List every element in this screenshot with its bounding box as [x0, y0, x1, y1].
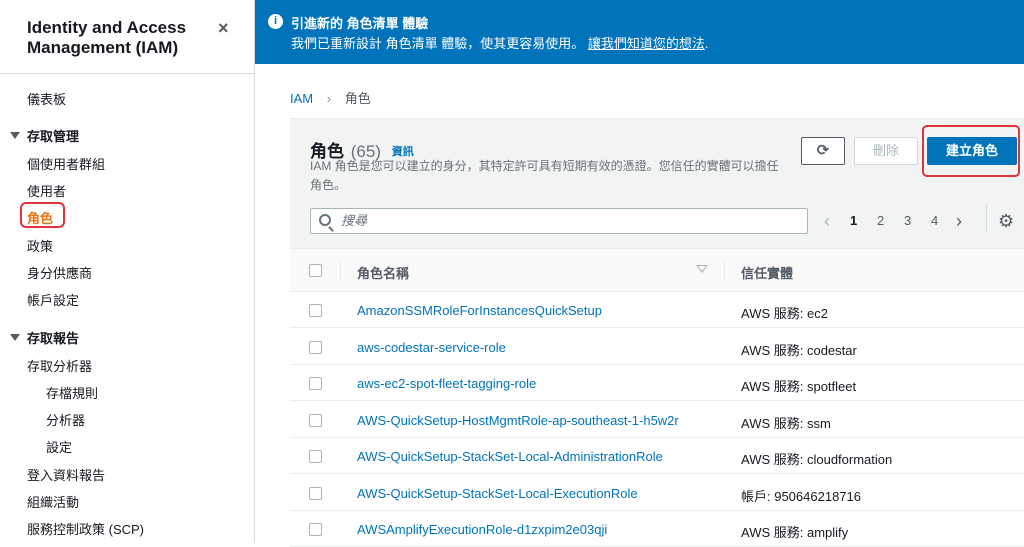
trusted-entity: AWS 服務: amplify: [741, 525, 849, 540]
info-banner: i 引進新的 角色清單 體驗 我們已重新設計 角色清單 體驗，使其更容易使用。 …: [255, 0, 1024, 64]
section-label: 存取報告: [27, 331, 80, 346]
role-name-link[interactable]: AmazonSSMRoleForInstancesQuickSetup: [357, 303, 602, 318]
breadcrumb-iam[interactable]: IAM: [290, 91, 313, 106]
sidebar-item-users[interactable]: 使用者: [27, 181, 66, 200]
trusted-entity: AWS 服務: ec2: [741, 306, 828, 321]
divider: [986, 205, 987, 233]
sidebar-item-analyzers[interactable]: 分析器: [46, 410, 85, 429]
sidebar-item-archive-rules[interactable]: 存檔規則: [46, 383, 98, 402]
role-name-link[interactable]: AWS-QuickSetup-HostMgmtRole-ap-southeast…: [357, 413, 679, 428]
sidebar-item-user-groups[interactable]: 個使用者群組: [27, 154, 105, 173]
role-name-link[interactable]: AWS-QuickSetup-StackSet-Local-ExecutionR…: [357, 486, 638, 501]
feedback-link[interactable]: 讓我們知道您的想法: [588, 36, 705, 51]
banner-message: 我們已重新設計 角色清單 體驗，使其更容易使用。: [291, 36, 585, 51]
role-name-link[interactable]: AWS-QuickSetup-StackSet-Local-Administra…: [357, 449, 663, 464]
sidebar-item-access-analyzer[interactable]: 存取分析器: [27, 356, 92, 375]
banner-title: 引進新的 角色清單 體驗: [291, 16, 429, 31]
sidebar-item-dashboard[interactable]: 儀表板: [27, 89, 66, 108]
row-checkbox[interactable]: [309, 486, 322, 500]
breadcrumb-current: 角色: [344, 91, 371, 106]
page-4[interactable]: 4: [931, 213, 938, 228]
column-divider: [724, 261, 725, 281]
sidebar-section-access-reports[interactable]: 存取報告: [10, 328, 79, 347]
trusted-entity: AWS 服務: spotfleet: [741, 379, 857, 394]
role-name-link[interactable]: AWSAmplifyExecutionRole-d1zxpim2e03qji: [357, 522, 607, 537]
table-row: AWS-QuickSetup-StackSet-Local-Administra…: [290, 438, 1024, 474]
row-checkbox[interactable]: [309, 450, 322, 463]
column-header-role-name[interactable]: 角色名稱: [357, 263, 409, 282]
row-checkbox[interactable]: [309, 413, 322, 427]
panel-header: 角色 (65) 資訊 IAM 角色是您可以建立的身分，其特定許可具有短期有效的憑…: [290, 118, 1024, 248]
chevron-right-icon: ›: [326, 91, 332, 106]
banner-period: .: [704, 36, 709, 51]
page-1[interactable]: 1: [850, 213, 857, 228]
caret-down-icon: [10, 334, 20, 341]
table-row: aws-codestar-service-role AWS 服務: codesta…: [290, 329, 1024, 365]
row-checkbox[interactable]: [309, 377, 322, 390]
roles-panel: 角色 (65) 資訊 IAM 角色是您可以建立的身分，其特定許可具有短期有效的憑…: [290, 118, 1024, 547]
sidebar-item-policies[interactable]: 政策: [27, 236, 53, 255]
sidebar-title: Identity and Access Management (IAM): [27, 18, 187, 57]
gear-icon[interactable]: ⚙: [998, 211, 1014, 232]
chevron-right-icon[interactable]: ›: [956, 211, 962, 232]
trusted-entity: AWS 服務: ssm: [741, 415, 831, 431]
table-row: AWS-QuickSetup-StackSet-Local-ExecutionR…: [290, 475, 1024, 511]
table-row: AWSAmplifyExecutionRole-d1zxpim2e03qji AW…: [290, 511, 1024, 547]
breadcrumb: IAM › 角色: [290, 88, 371, 107]
table-row: AmazonSSMRoleForInstancesQuickSetup AWS 服…: [290, 292, 1024, 328]
row-checkbox[interactable]: [309, 340, 322, 354]
table-row: aws-ec2-spot-fleet-tagging-role AWS 服務: s…: [290, 365, 1024, 401]
sidebar-divider: [0, 73, 255, 74]
trusted-entity: 帳戶: 950646218716: [741, 488, 861, 504]
row-checkbox[interactable]: [309, 304, 322, 317]
section-label: 存取管理: [27, 129, 80, 144]
search-box[interactable]: [310, 208, 808, 234]
close-icon[interactable]: ×: [218, 18, 229, 39]
sidebar-item-org-activity[interactable]: 組織活動: [27, 492, 79, 511]
refresh-button[interactable]: ⟳: [801, 137, 845, 165]
sidebar: Identity and Access Management (IAM) × 儀…: [0, 0, 255, 543]
trusted-entity: AWS 服務: codestar: [741, 342, 857, 358]
sidebar-item-scp[interactable]: 服務控制政策 (SCP): [27, 519, 144, 538]
role-name-link[interactable]: aws-codestar-service-role: [357, 340, 506, 355]
search-icon: [319, 214, 331, 226]
trusted-entity: AWS 服務: cloudformation: [741, 452, 893, 467]
sidebar-item-settings[interactable]: 設定: [46, 437, 72, 456]
caret-down-icon: [10, 132, 20, 139]
sidebar-item-credential-report[interactable]: 登入資料報告: [27, 465, 105, 484]
search-input[interactable]: [341, 213, 791, 228]
page-3[interactable]: 3: [904, 213, 911, 228]
sidebar-item-identity-providers[interactable]: 身分供應商: [27, 263, 92, 282]
column-divider: [340, 261, 341, 281]
table-header: 角色名稱 信任實體: [290, 248, 1024, 292]
table-row: AWS-QuickSetup-HostMgmtRole-ap-southeast…: [290, 402, 1024, 438]
sidebar-item-roles[interactable]: 角色: [27, 208, 53, 227]
sidebar-section-access-management[interactable]: 存取管理: [10, 126, 79, 145]
select-all-checkbox[interactable]: [309, 264, 322, 277]
sidebar-item-account-settings[interactable]: 帳戶設定: [27, 290, 79, 309]
create-role-button[interactable]: 建立角色: [927, 137, 1017, 165]
row-checkbox[interactable]: [309, 523, 322, 536]
refresh-icon: ⟳: [816, 142, 830, 159]
sort-desc-icon[interactable]: [696, 265, 708, 273]
panel-description: IAM 角色是您可以建立的身分，其特定許可具有短期有效的憑證。您信任的實體可以擔…: [310, 159, 779, 192]
banner-text: 我們已重新設計 角色清單 體驗，使其更容易使用。 讓我們知道您的想法.: [291, 33, 709, 52]
role-name-link[interactable]: aws-ec2-spot-fleet-tagging-role: [357, 376, 536, 391]
page-2[interactable]: 2: [877, 213, 884, 228]
delete-button[interactable]: 刪除: [854, 137, 918, 165]
info-icon: i: [268, 14, 283, 29]
column-header-trusted-entity[interactable]: 信任實體: [741, 263, 793, 282]
chevron-left-icon[interactable]: ‹: [824, 211, 830, 232]
